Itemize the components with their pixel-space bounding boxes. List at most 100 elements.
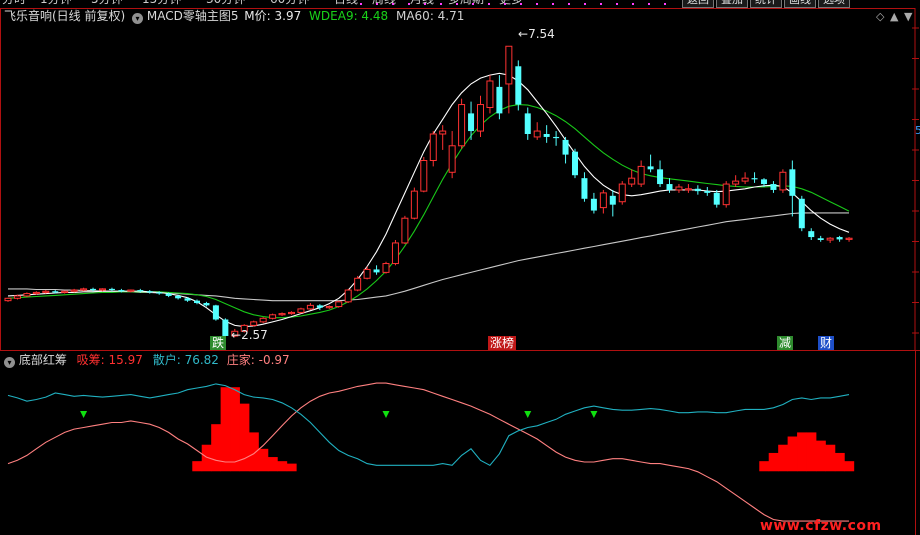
period-dot [552,3,554,5]
candle-body [657,169,664,185]
down-arrow-icon[interactable]: ▼ [904,10,912,23]
ma60-value: MA60: 4.71 [395,9,465,23]
event-tag-top-list[interactable]: 涨榜 [488,336,517,350]
candle-body [203,303,210,306]
candle-body [325,306,333,309]
candle-body [212,305,219,320]
candle-body [4,297,12,302]
absorb-bar [258,448,269,472]
period-dot [600,3,602,5]
candle-body [533,130,541,138]
candle-body [175,295,182,299]
candle-body [496,86,503,114]
low-price-value: 2.57 [241,328,268,342]
candle-body [391,242,399,265]
candle-body [448,145,456,173]
candle-body [23,293,31,297]
up-arrow-icon[interactable]: ▲ [890,10,898,23]
candle-body [156,292,163,294]
candle-body [666,184,673,190]
wdea9-line [7,104,850,319]
signal-arrow-icon [80,411,88,418]
period-dot [648,3,650,5]
candle-body [590,198,597,211]
candle-body [222,319,229,336]
candle-body [363,268,371,279]
event-tag-finance[interactable]: 财 [818,336,835,350]
candle-body [722,183,730,206]
candle-body [704,191,711,193]
candle-body [401,217,409,244]
retail-line [7,383,850,466]
candle-body [609,195,616,205]
ma60-line [8,212,849,302]
period-dot [584,3,586,5]
period-dot [632,3,634,5]
candle-body [382,263,390,273]
signal-arrow-icon [524,411,532,418]
candle-body [410,190,418,219]
candle-body [118,290,125,292]
diamond-icon[interactable]: ◇ [876,10,884,23]
candle-body [278,313,286,316]
period-dot [616,3,618,5]
period-dot [456,3,458,5]
candle-body [354,277,362,291]
nav-icons: ◇ ▲ ▼ [876,10,912,24]
absorb-bar [815,440,826,472]
candle-body [836,237,843,240]
candle-body [344,289,352,303]
period-dot [440,3,442,5]
period-dot [424,3,426,5]
candle-body [779,171,787,191]
candle-body [90,288,97,291]
period-dot [376,3,378,5]
candle-body [486,80,494,108]
stock-chart-window: 分时1分钟5分钟15分钟30分钟60分钟日线周线月线多周期更多 返回叠加统计画线… [0,0,920,535]
period-dot [392,3,394,5]
indicator-name-label[interactable]: MACD零轴主图5 [147,9,239,23]
candle-body [439,130,447,135]
candle-body [99,288,106,291]
watermark: www.cfzw.com [760,518,882,534]
absorb-bar [248,432,259,472]
event-tag-drop[interactable]: 跌 [210,336,227,350]
absorb-bar [267,457,278,472]
candle-body [52,291,59,293]
main-panel-frame [0,8,916,351]
m-price-value: M价: 3.97 [244,9,302,23]
edge-axis-label: 5 [915,124,920,137]
absorb-value: 吸筹: 15.97 [76,353,143,367]
candle-body [42,290,50,293]
candle-body [420,160,428,192]
period-dot [536,3,538,5]
absorb-bar [806,432,817,472]
sub-indicator-name[interactable]: 底部红筹 [19,353,67,367]
period-dot [488,3,490,5]
absorb-bar [239,403,250,472]
candle-body [694,188,701,192]
absorb-bar [787,436,798,472]
candle-body [826,237,834,241]
chart-canvas[interactable] [0,0,920,535]
candle-body [146,291,153,293]
event-tag-reduce[interactable]: 减 [777,336,794,350]
absorb-bar [834,452,845,472]
dropdown-icon[interactable]: ▾ [132,13,144,24]
candle-body [306,304,314,310]
absorb-bar [778,444,789,472]
absorb-bar [797,432,807,472]
candle-body [458,104,466,147]
absorb-bar [220,387,231,472]
candle-body [70,289,78,292]
candle-body [524,113,531,134]
candle-body [80,288,88,291]
dropdown-icon[interactable]: ▾ [4,357,15,368]
stock-name-label[interactable]: 飞乐音响(日线 前复权) [4,9,125,23]
absorb-bar [825,444,836,472]
period-dot [360,3,362,5]
absorb-bar [211,424,222,472]
candle-body [515,66,522,105]
candle-body [288,311,295,315]
candle-body [562,139,569,155]
